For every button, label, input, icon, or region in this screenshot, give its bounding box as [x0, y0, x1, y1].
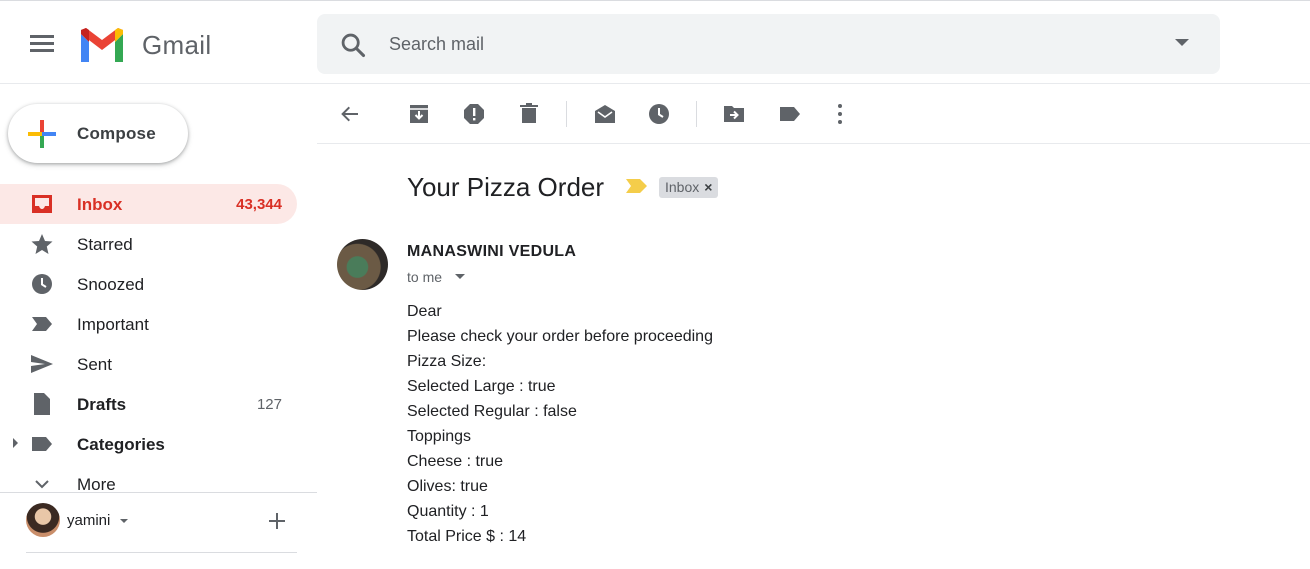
star-icon — [31, 234, 53, 254]
sidebar-item-label: Snoozed — [77, 275, 145, 294]
body-line: Olives: true — [407, 478, 488, 495]
label-chip-text: Inbox — [665, 179, 700, 195]
sidebar-nav: Inbox 43,344 Starred Snoozed Important S… — [0, 184, 300, 504]
gmail-wordmark[interactable]: Gmail — [142, 30, 211, 61]
body-line: Please check your order before proceedin… — [407, 328, 713, 345]
sidebar-item-label: Inbox — [77, 195, 123, 214]
recipient-line: to me — [407, 269, 443, 285]
delete-icon[interactable] — [517, 102, 541, 126]
search-icon[interactable] — [339, 31, 367, 59]
main-menu-icon[interactable] — [24, 30, 60, 58]
body-line: Total Price $ : 14 — [407, 528, 527, 545]
compose-label: Compose — [77, 124, 156, 143]
hangouts-underline — [26, 552, 297, 553]
sidebar-item-snoozed[interactable]: Snoozed — [0, 264, 297, 304]
send-icon — [31, 355, 53, 373]
sidebar-item-label: Sent — [77, 355, 112, 374]
move-to-icon[interactable] — [722, 102, 746, 126]
back-icon[interactable] — [338, 102, 362, 126]
sidebar-item-categories[interactable]: Categories — [0, 424, 297, 464]
email-subject: Your Pizza Order — [407, 172, 605, 202]
plus-icon — [28, 120, 56, 148]
archive-icon[interactable] — [407, 102, 431, 126]
draft-count: 127 — [256, 396, 282, 413]
header: Gmail — [0, 4, 1310, 84]
message-toolbar — [317, 84, 1310, 144]
body-line: Dear — [407, 303, 442, 320]
sidebar-item-label: Categories — [77, 435, 165, 454]
expand-caret-icon[interactable] — [13, 438, 18, 448]
label-icon — [32, 437, 52, 451]
snooze-icon[interactable] — [647, 102, 671, 126]
inbox-label-chip: Inbox × — [659, 177, 719, 198]
body-line: Cheese : true — [407, 453, 504, 470]
mark-unread-icon[interactable] — [593, 102, 617, 126]
sidebar-item-important[interactable]: Important — [0, 304, 297, 344]
sidebar-item-drafts[interactable]: Drafts 127 — [0, 384, 297, 424]
compose-button[interactable]: Compose — [8, 104, 188, 163]
body-line: Quantity : 1 — [407, 503, 489, 520]
body-line: Selected Large : true — [407, 378, 556, 395]
user-caret-icon[interactable] — [120, 519, 128, 523]
labels-icon[interactable] — [778, 102, 802, 126]
inbox-icon — [32, 195, 52, 213]
hangouts-user-name[interactable]: yamini — [67, 512, 110, 529]
add-icon[interactable] — [266, 510, 288, 532]
gmail-logo-icon[interactable] — [78, 26, 126, 64]
important-marker-icon[interactable] — [626, 179, 648, 193]
report-spam-icon[interactable] — [462, 102, 486, 126]
search-options-icon[interactable] — [1175, 39, 1189, 46]
sidebar-item-label: Starred — [77, 235, 133, 254]
email-body: Dear Please check your order before proc… — [407, 302, 1107, 552]
sender-name[interactable]: MANASWINI VEDULA — [407, 243, 576, 261]
toolbar-separator — [696, 101, 697, 127]
sidebar-item-label: Important — [77, 315, 149, 334]
body-line: Selected Regular : false — [407, 403, 577, 420]
more-vert-icon[interactable] — [828, 102, 852, 126]
important-icon — [32, 317, 52, 331]
sender-avatar[interactable] — [337, 239, 388, 290]
sidebar-item-more[interactable]: More — [0, 464, 297, 504]
unread-count: 43,344 — [236, 196, 282, 213]
body-line: Pizza Size: — [407, 353, 487, 370]
toolbar-separator — [566, 101, 567, 127]
body-line: Toppings — [407, 428, 472, 445]
sidebar-item-label: Drafts — [77, 395, 127, 414]
sidebar-divider — [0, 492, 317, 493]
avatar[interactable] — [26, 503, 60, 537]
draft-icon — [34, 393, 50, 415]
search-bar[interactable] — [317, 14, 1220, 74]
sidebar-item-starred[interactable]: Starred — [0, 224, 297, 264]
show-details-icon[interactable] — [455, 274, 465, 279]
remove-label-icon[interactable]: × — [704, 179, 712, 195]
sidebar-item-sent[interactable]: Sent — [0, 344, 297, 384]
search-input[interactable] — [389, 28, 1149, 60]
sidebar-item-inbox[interactable]: Inbox 43,344 — [0, 184, 297, 224]
clock-icon — [32, 274, 52, 294]
hangouts-user: yamini — [0, 500, 317, 544]
